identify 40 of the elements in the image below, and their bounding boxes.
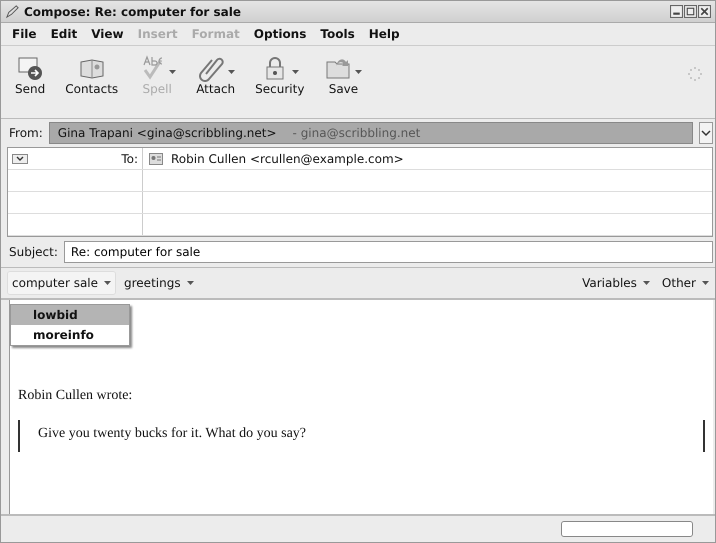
toolbar-button[interactable]: Contacts xyxy=(55,50,128,96)
caret-icon xyxy=(702,280,709,285)
menu-item[interactable]: Options xyxy=(246,27,314,41)
toolbar-button[interactable]: Save xyxy=(314,50,372,96)
throbber-icon xyxy=(687,66,703,82)
menu-item[interactable]: lowbid xyxy=(11,305,129,325)
quicktext-menu-button[interactable]: Other xyxy=(658,272,713,294)
attribution-line: Robin Cullen wrote: xyxy=(18,388,134,404)
toolbar-button[interactable]: Send xyxy=(5,50,56,96)
contact-card-icon xyxy=(149,152,163,164)
quicktext-menu-button[interactable]: Variables xyxy=(578,272,654,294)
menu-item[interactable]: Edit xyxy=(44,27,84,41)
menu-item[interactable]: View xyxy=(84,27,131,41)
quoted-text: Give you twenty bucks for it. What do you say? xyxy=(18,420,705,452)
toolbar-button[interactable]: Attach xyxy=(186,50,246,96)
message-body[interactable]: lowbid moreinfo Robin Cullen wrote: Give you twenty bucks for it. What do you say? xyxy=(9,300,713,514)
from-dropdown[interactable]: Gina Trapani <gina@scribbling.net> - gina@scribbling.net xyxy=(48,122,693,144)
recipient-type[interactable]: To: xyxy=(121,152,138,166)
subject-label: Subject: xyxy=(9,245,58,259)
caret-icon xyxy=(186,280,194,285)
caret-icon[interactable] xyxy=(292,70,299,74)
subject-field[interactable]: Re: computer for sale xyxy=(64,241,713,263)
menu-item[interactable]: Tools xyxy=(313,27,362,41)
menu-item[interactable]: moreinfo xyxy=(11,325,129,345)
menu-item[interactable]: File xyxy=(5,27,44,41)
quicktext-menu-button[interactable]: greetings xyxy=(120,272,198,294)
quicktext-menu-button[interactable]: computer sale xyxy=(7,271,116,295)
close-icon[interactable] xyxy=(698,5,711,18)
caret-icon xyxy=(642,280,650,285)
from-label: From: xyxy=(9,126,43,140)
pen-icon xyxy=(5,4,20,19)
recipient-address[interactable]: Robin Cullen <rcullen@example.com> xyxy=(171,152,404,166)
menu-item[interactable]: Help xyxy=(362,27,407,41)
window-title: Compose: Re: computer for sale xyxy=(24,4,242,18)
minimize-icon[interactable] xyxy=(670,5,683,18)
caret-icon xyxy=(104,280,112,285)
toolbar-button[interactable]: Security xyxy=(245,50,314,96)
caret-icon[interactable] xyxy=(228,70,235,74)
maximize-icon[interactable] xyxy=(684,5,697,18)
caret-icon[interactable] xyxy=(355,70,362,74)
